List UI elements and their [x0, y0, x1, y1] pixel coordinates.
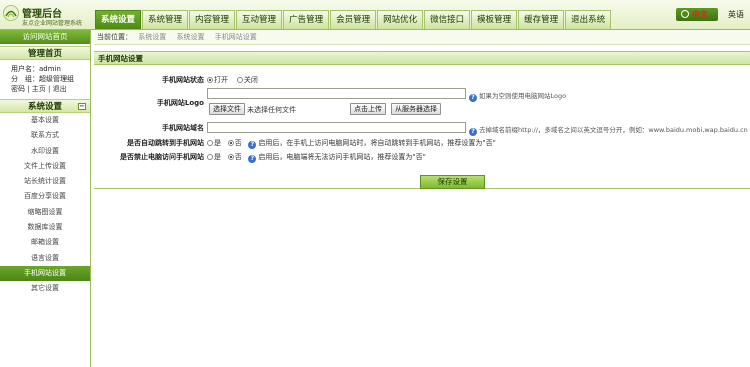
- help-icon: ?: [248, 141, 257, 149]
- auto-jump-no-radio[interactable]: [227, 140, 234, 146]
- status-label: 手机网站状态: [162, 76, 204, 84]
- server-select-button[interactable]: 从服务器选择: [391, 103, 441, 115]
- breadcrumb-item[interactable]: 系统设置: [172, 33, 208, 41]
- status-on-radio[interactable]: [207, 77, 213, 83]
- tab-interaction-manage[interactable]: 互动管理: [236, 10, 283, 29]
- logo: 管理后台 友点企业网站管理系统: [0, 0, 90, 30]
- auto-jump-no-label: 否: [234, 139, 242, 147]
- logo-hint-text: 如果为空则使用电脑网站Logo: [479, 92, 567, 100]
- sidebar: 访问网站首页 管理首页 用户名：admin 分 组：超级管理组 密码 | 主页 …: [0, 30, 91, 367]
- tab-member-manage[interactable]: 会员管理: [330, 10, 377, 29]
- domain-label: 手机网站域名: [162, 124, 204, 132]
- status-radio-group: 打开 关闭: [207, 75, 258, 85]
- user-info: 用户名：admin 分 组：超级管理组 密码 | 主页 | 退出: [0, 60, 90, 94]
- domain-input[interactable]: [207, 122, 466, 133]
- block-pc-radio-group: 是 否 ? 启用后，电脑端将无法访问手机网站，推荐设置为"否": [207, 152, 426, 163]
- group-text: 分 组：超级管理组: [11, 75, 74, 83]
- lang-english-link[interactable]: 英语: [728, 8, 744, 21]
- lang-chinese-button[interactable]: 中文: [676, 8, 718, 21]
- sidebar-item-email[interactable]: 邮箱设置: [0, 235, 90, 250]
- sidebar-item-watermark[interactable]: 水印设置: [0, 144, 90, 159]
- tab-ad-manage[interactable]: 广告管理: [283, 10, 330, 29]
- sidebar-item-contact[interactable]: 联系方式: [0, 128, 90, 143]
- power-icon: [681, 10, 689, 18]
- no-file-text: 未选择任何文件: [247, 106, 296, 114]
- auto-jump-label: 是否自动跳转到手机网站: [127, 139, 204, 147]
- block-pc-no-radio[interactable]: [227, 154, 234, 160]
- block-pc-hint: 启用后，电脑端将无法访问手机网站，推荐设置为"否": [258, 153, 426, 161]
- status-off-radio[interactable]: [236, 77, 243, 83]
- username-text: 用户名：admin: [11, 65, 61, 73]
- domain-hint-text: 去掉域名前缀http://，多域名之间以英文逗号分开，例如：www.baidu.…: [479, 126, 748, 134]
- logo-hint: ? 如果为空则使用电脑网站Logo: [469, 90, 566, 102]
- block-pc-yes-radio[interactable]: [207, 154, 213, 160]
- lang-chinese-label: 中文: [692, 10, 708, 19]
- collapse-icon[interactable]: −: [78, 103, 86, 110]
- main-content: 当前位置： 系统设置 系统设置 手机网站设置 手机网站设置 手机网站状态 打开 …: [94, 30, 750, 367]
- sidebar-item-database[interactable]: 数据库设置: [0, 220, 90, 235]
- section-title: 系统设置: [27, 102, 62, 112]
- breadcrumb-prefix: 当前位置：: [97, 33, 132, 41]
- sidebar-item-mobile[interactable]: 手机网站设置: [0, 265, 90, 282]
- status-on-label: 打开: [214, 76, 228, 84]
- tab-template-manage[interactable]: 模板管理: [471, 10, 518, 29]
- panel-title: 手机网站设置: [94, 51, 750, 65]
- auto-jump-hint: 启用后，在手机上访问电脑网站时，将自动跳转到手机网站，推荐设置为"否": [258, 139, 496, 147]
- tab-cache-manage[interactable]: 缓存管理: [518, 10, 565, 29]
- block-pc-no-label: 否: [234, 153, 242, 161]
- sidebar-item-basic[interactable]: 基本设置: [0, 113, 90, 128]
- breadcrumb-item[interactable]: 系统设置: [134, 33, 170, 41]
- upload-button[interactable]: 点击上传: [350, 103, 386, 115]
- domain-hint: ? 去掉域名前缀http://，多域名之间以英文逗号分开，例如：www.baidu…: [469, 124, 748, 136]
- help-icon: ?: [469, 94, 477, 102]
- visit-home-link[interactable]: 访问网站首页: [0, 30, 90, 44]
- logo-label: 手机网站Logo: [156, 99, 204, 107]
- sidebar-item-stats[interactable]: 站长统计设置: [0, 174, 90, 189]
- block-pc-yes-label: 是: [214, 153, 221, 161]
- main-nav: 系统设置 系统管理 内容管理 互动管理 广告管理 会员管理 网站优化 微信接口 …: [95, 10, 612, 29]
- section-system-settings: 系统设置 −: [0, 99, 90, 113]
- mobile-settings-form: 手机网站状态 打开 关闭 手机网站Logo ? 如果为空则使用电脑网站Logo 选…: [94, 65, 750, 189]
- account-links[interactable]: 密码 | 主页 | 退出: [11, 84, 90, 94]
- help-icon: ?: [469, 128, 477, 136]
- auto-jump-radio-group: 是 否 ? 启用后，在手机上访问电脑网站时，将自动跳转到手机网站，推荐设置为"否": [207, 138, 496, 149]
- sidebar-item-baidu-share[interactable]: 百度分享设置: [0, 189, 90, 204]
- tab-logout[interactable]: 退出系统: [565, 10, 612, 29]
- breadcrumb-item[interactable]: 手机网站设置: [211, 33, 261, 41]
- status-off-label: 关闭: [243, 76, 258, 84]
- auto-jump-yes-radio[interactable]: [207, 140, 213, 146]
- save-button[interactable]: 保存设置: [420, 175, 485, 189]
- brand-subtitle: 友点企业网站管理系统: [22, 20, 83, 27]
- tab-site-optimize[interactable]: 网站优化: [377, 10, 424, 29]
- tab-system-settings[interactable]: 系统设置: [95, 10, 142, 29]
- manage-home-heading: 管理首页: [0, 46, 90, 60]
- logo-icon: [3, 5, 19, 21]
- sidebar-item-thumbnail[interactable]: 缩略图设置: [0, 205, 90, 220]
- breadcrumb: 当前位置： 系统设置 系统设置 手机网站设置: [94, 30, 750, 45]
- help-icon: ?: [248, 155, 257, 163]
- sidebar-item-upload[interactable]: 文件上传设置: [0, 159, 90, 174]
- block-pc-label: 是否禁止电脑访问手机网站: [120, 153, 204, 161]
- sidebar-item-other[interactable]: 其它设置: [0, 281, 90, 296]
- auto-jump-yes-label: 是: [214, 139, 221, 147]
- tab-content-manage[interactable]: 内容管理: [189, 10, 236, 29]
- top-header: 管理后台 友点企业网站管理系统 系统设置 系统管理 内容管理 互动管理 广告管理…: [0, 0, 750, 30]
- tab-system-manage[interactable]: 系统管理: [142, 10, 189, 29]
- sidebar-item-language[interactable]: 语言设置: [0, 251, 90, 266]
- tab-wechat-api[interactable]: 微信接口: [424, 10, 471, 29]
- choose-file-button[interactable]: 选择文件: [209, 103, 245, 115]
- logo-input[interactable]: [207, 88, 466, 99]
